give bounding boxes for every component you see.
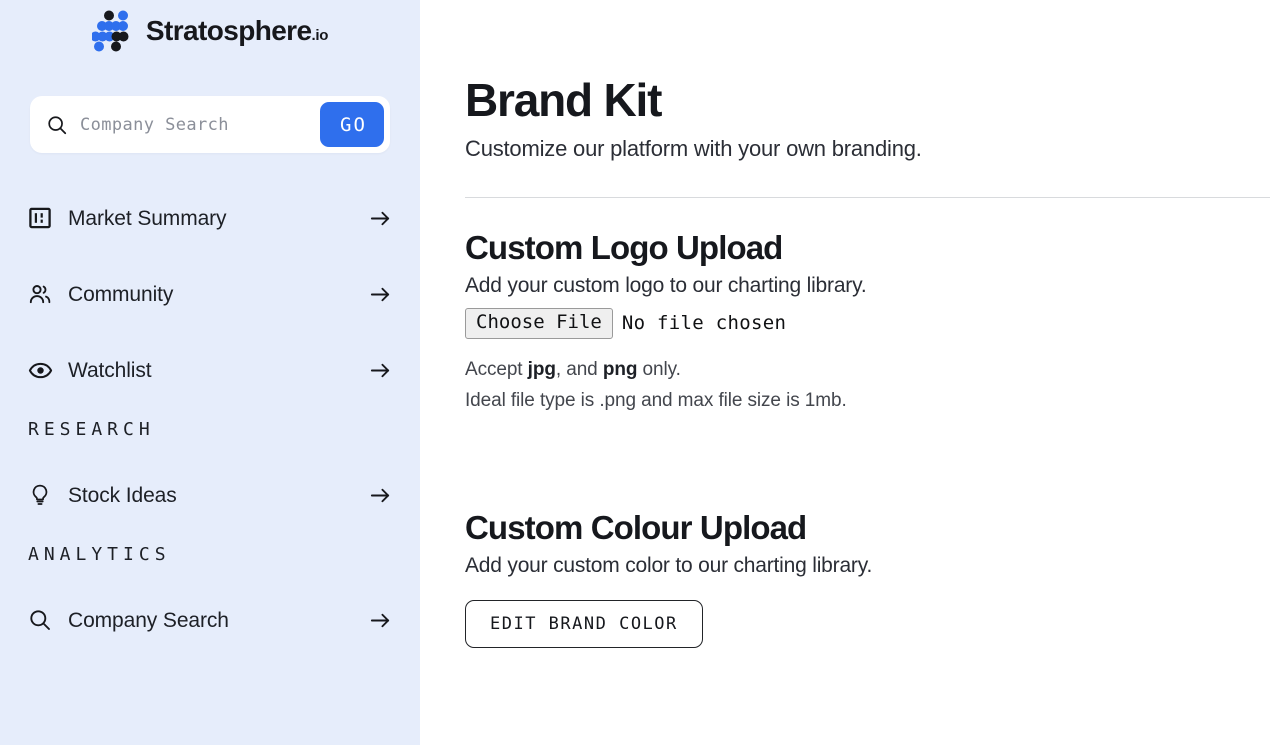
logo-accept-hint: Accept jpg, and png only. — [465, 359, 1270, 381]
sidebar-item-community[interactable]: Community — [0, 267, 420, 321]
arrow-right-icon — [369, 359, 392, 382]
brand-name: Stratosphere .io — [146, 17, 328, 45]
choose-file-button[interactable]: Choose File — [465, 307, 613, 339]
hint-format-png: png — [602, 358, 638, 380]
brand-name-text: Stratosphere — [145, 15, 312, 46]
custom-logo-upload-section: Custom Logo Upload Add your custom logo … — [465, 228, 1270, 412]
eye-icon — [28, 358, 62, 383]
header-divider — [465, 196, 1270, 198]
sidebar-item-label: Company Search — [68, 608, 229, 632]
brand-logo[interactable]: Stratosphere .io — [0, 0, 420, 56]
section-description-colour: Add your custom color to our charting li… — [465, 554, 873, 578]
sidebar-section-title-research: RESEARCH — [28, 419, 155, 440]
company-search-bar[interactable]: GO — [30, 96, 390, 153]
page-title: Brand Kit — [465, 74, 662, 126]
search-icon — [48, 115, 67, 134]
arrow-right-icon — [369, 484, 392, 507]
section-description-logo: Add your custom logo to our charting lib… — [465, 273, 867, 297]
search-go-button[interactable]: GO — [320, 102, 384, 147]
arrow-right-icon — [369, 283, 392, 306]
file-status-label: No file chosen — [621, 312, 787, 335]
sidebar-item-label: Community — [68, 282, 174, 306]
sidebar-item-stock-ideas[interactable]: Stock Ideas — [0, 468, 420, 522]
users-icon — [28, 282, 62, 306]
logo-file-input[interactable]: Choose File No file chosen — [465, 307, 1270, 339]
chart-square-icon — [28, 206, 62, 230]
sidebar-item-label: Market Summary — [68, 206, 227, 230]
sidebar-item-market-summary[interactable]: Market Summary — [0, 191, 420, 245]
hint-format-jpg: jpg — [527, 358, 556, 380]
arrow-right-icon — [369, 207, 392, 230]
app-root: Stratosphere.io GO — [0, 0, 1270, 745]
search-icon — [28, 608, 62, 632]
edit-brand-color-button[interactable]: EDIT BRAND COLOR — [465, 600, 703, 649]
sidebar-section-title-analytics: ANALYTICS — [28, 544, 171, 565]
hint-suffix: only. — [637, 358, 681, 380]
dot-matrix-logo-icon — [91, 10, 129, 52]
logo-size-hint: Ideal file type is .png and max file siz… — [465, 389, 847, 411]
main-content: Brand Kit Customize our platform with yo… — [420, 0, 1270, 745]
brand-name-suffix: .io — [311, 27, 329, 44]
sidebar-item-watchlist[interactable]: Watchlist — [0, 343, 420, 397]
sidebar-item-label: Watchlist — [68, 358, 152, 382]
hint-prefix: Accept — [465, 358, 528, 380]
hint-middle: , and — [555, 358, 603, 380]
search-input[interactable] — [80, 114, 320, 135]
section-title-logo: Custom Logo Upload — [465, 228, 783, 266]
arrow-right-icon — [369, 609, 392, 632]
lightbulb-icon — [28, 483, 62, 507]
section-title-colour: Custom Colour Upload — [465, 508, 807, 546]
sidebar-nav: Market Summary Community Watchlist RESEA… — [0, 191, 420, 647]
sidebar-item-company-search[interactable]: Company Search — [0, 593, 420, 647]
sidebar-item-label: Stock Ideas — [68, 483, 177, 507]
custom-colour-upload-section: Custom Colour Upload Add your custom col… — [465, 508, 1270, 649]
sidebar: Stratosphere.io GO — [0, 0, 420, 745]
page-subtitle: Customize our platform with your own bra… — [465, 135, 922, 161]
